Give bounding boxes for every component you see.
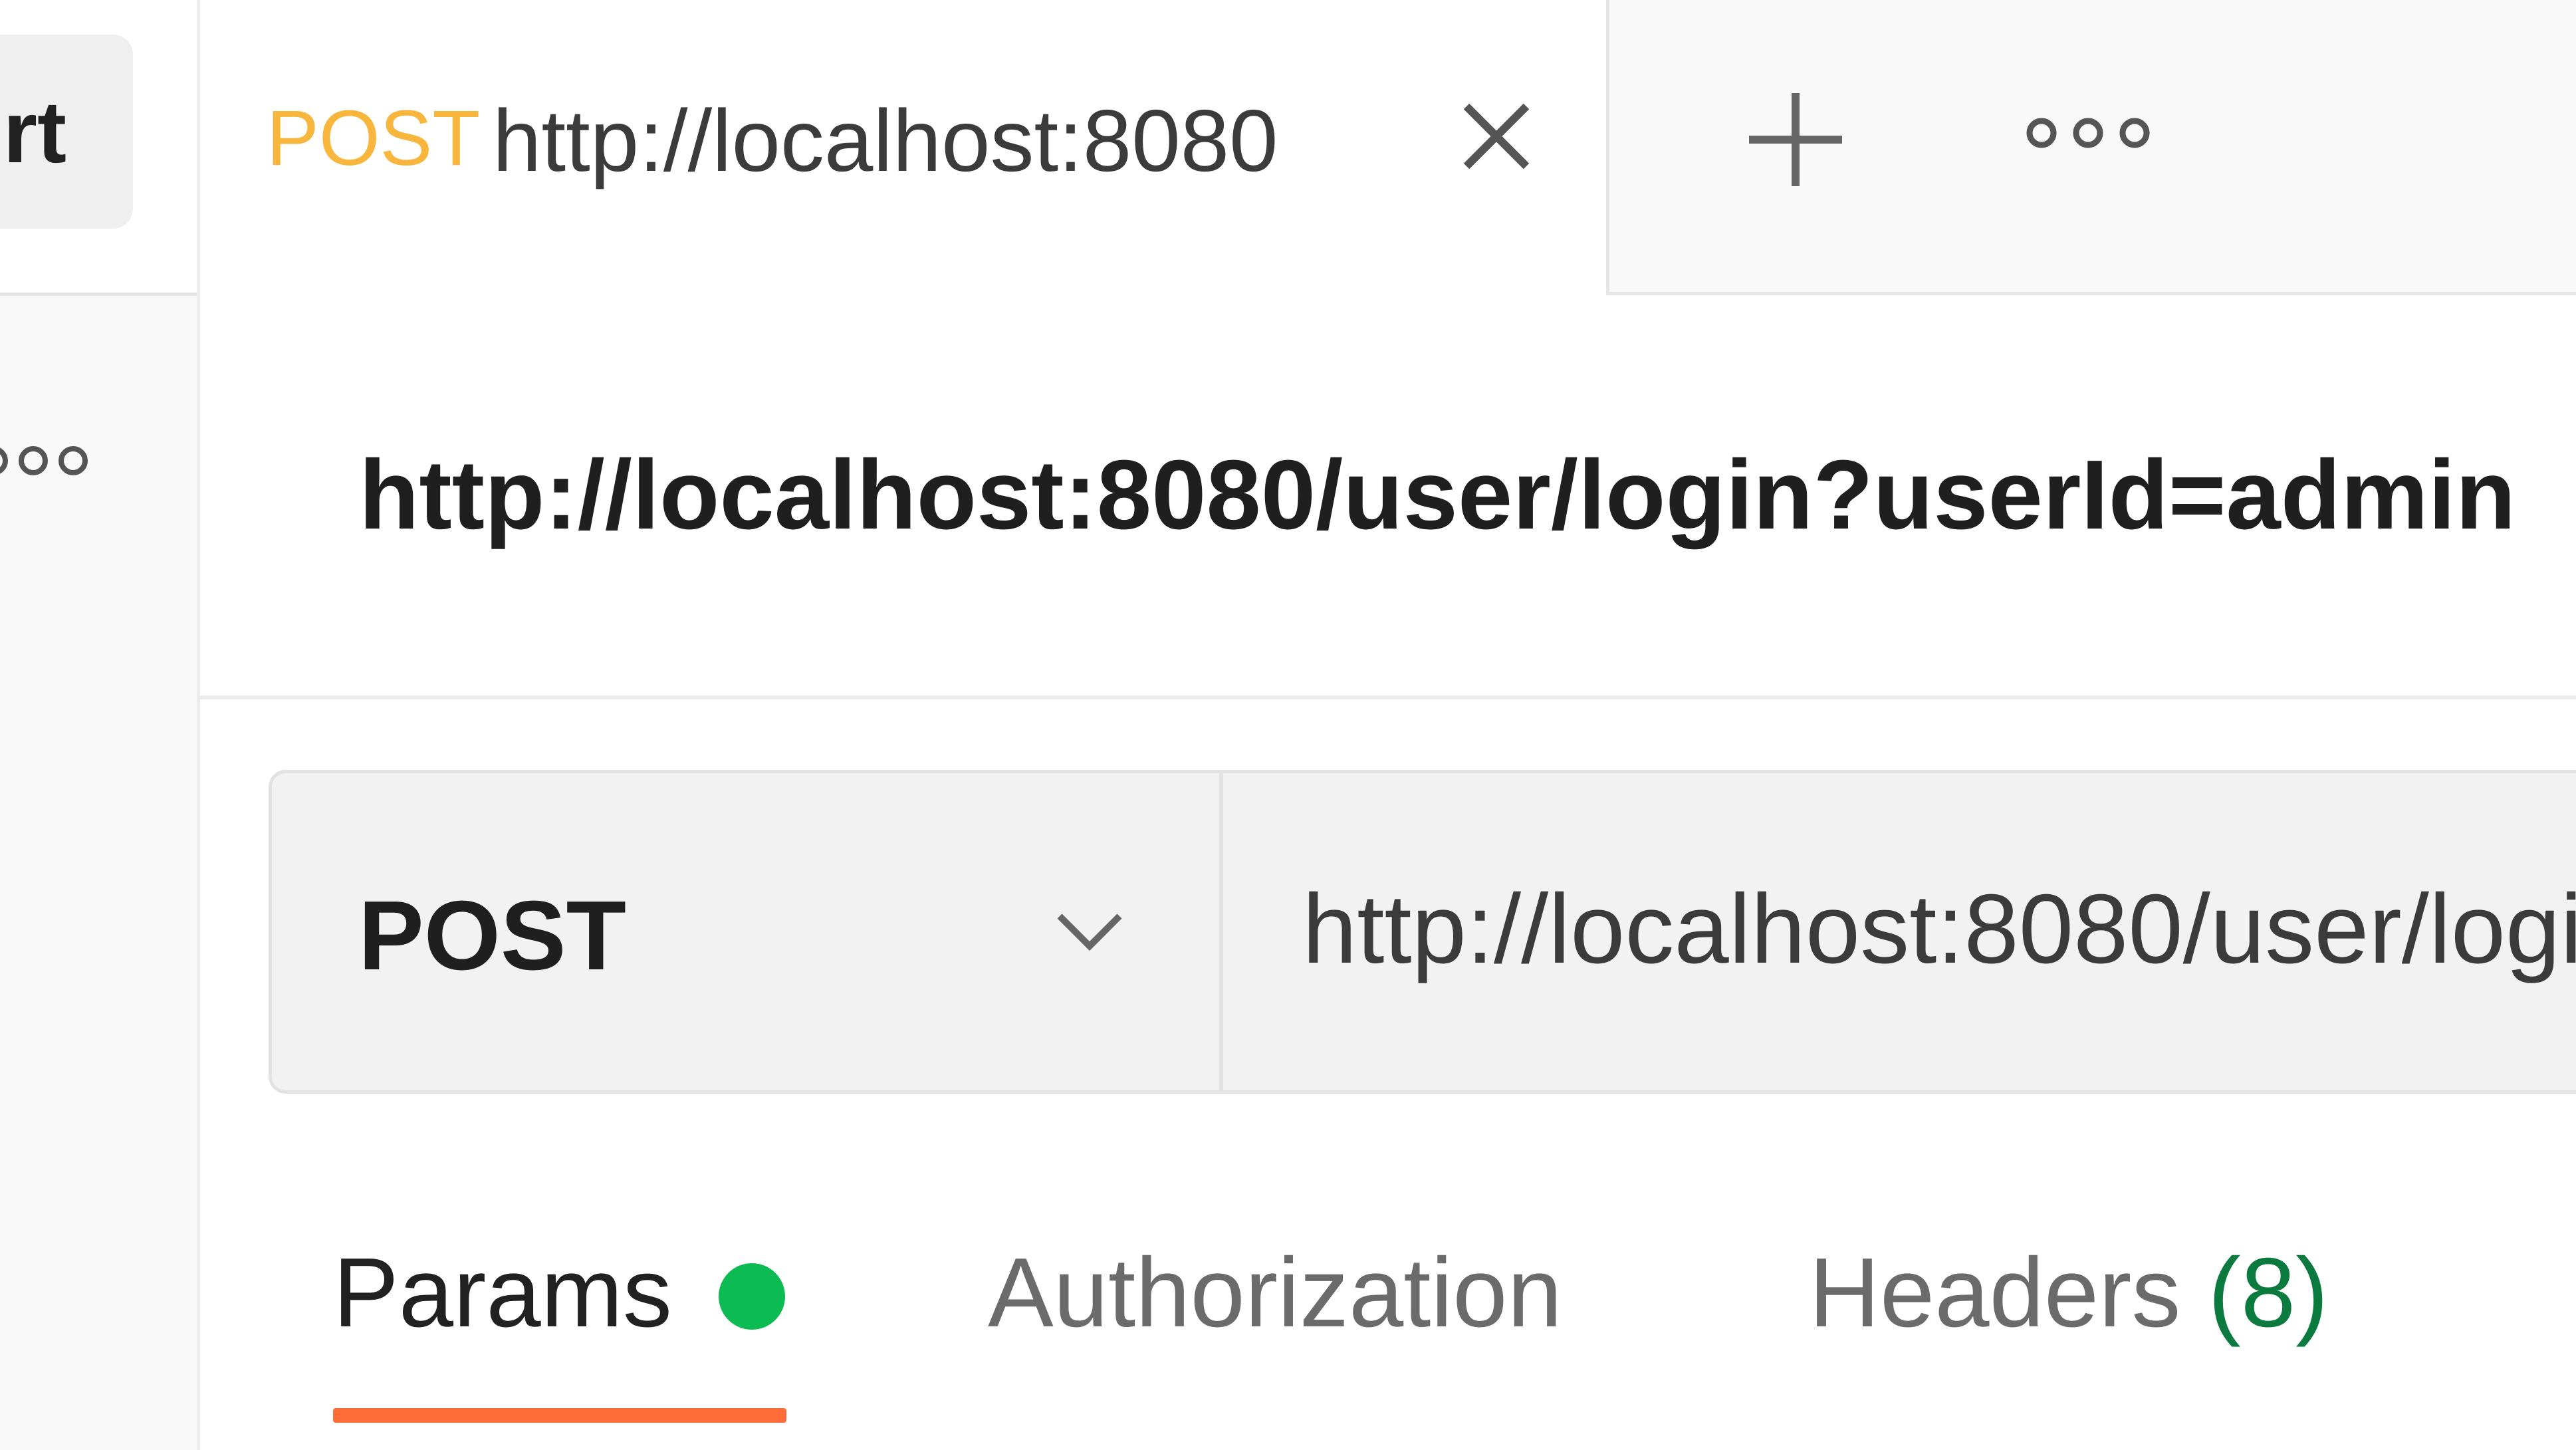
status-dot xyxy=(719,1263,785,1330)
tab-title: http://localhost:8080 xyxy=(493,92,1278,189)
url-input[interactable] xyxy=(1302,873,2576,986)
sidebar-header: rt xyxy=(0,0,197,296)
more-horizontal-icon[interactable] xyxy=(2022,100,2155,166)
tab-authorization-label: Authorization xyxy=(988,1238,1562,1348)
headers-count-badge: (8) xyxy=(2208,1238,2329,1348)
tab-active-request[interactable]: POST http://localhost:8080 xyxy=(200,0,1609,295)
active-tab-indicator xyxy=(333,1408,786,1423)
tab-params[interactable]: Params xyxy=(333,1237,672,1350)
tab-params-label: Params xyxy=(333,1238,672,1348)
request-title[interactable]: http://localhost:8080/user/login?userId=… xyxy=(359,439,2516,552)
divider xyxy=(200,695,2576,699)
plus-icon[interactable] xyxy=(1729,73,1862,206)
close-icon[interactable] xyxy=(1440,80,1553,193)
request-tabs: Params Authorization Headers (8) xyxy=(200,1197,2576,1450)
import-button-label: rt xyxy=(3,82,66,181)
tab-headers-label: Headers xyxy=(1809,1238,2181,1348)
tab-method-label: POST xyxy=(267,94,481,182)
tab-headers[interactable]: Headers (8) xyxy=(1809,1237,2328,1350)
chevron-down-icon xyxy=(1046,886,1133,973)
tab-authorization[interactable]: Authorization xyxy=(988,1237,1562,1350)
postman-request-view: rt POST http://localhost:8080 http://loc… xyxy=(0,0,2576,1450)
method-label: POST xyxy=(358,881,626,991)
tab-bar: POST http://localhost:8080 xyxy=(200,0,2576,295)
more-horizontal-icon[interactable] xyxy=(0,432,93,493)
tab-bar-divider xyxy=(1609,292,2576,295)
import-button[interactable]: rt xyxy=(0,35,133,229)
url-bar: POST xyxy=(269,770,2576,1094)
sidebar: rt xyxy=(0,0,200,1450)
method-select[interactable]: POST xyxy=(272,773,1223,1090)
